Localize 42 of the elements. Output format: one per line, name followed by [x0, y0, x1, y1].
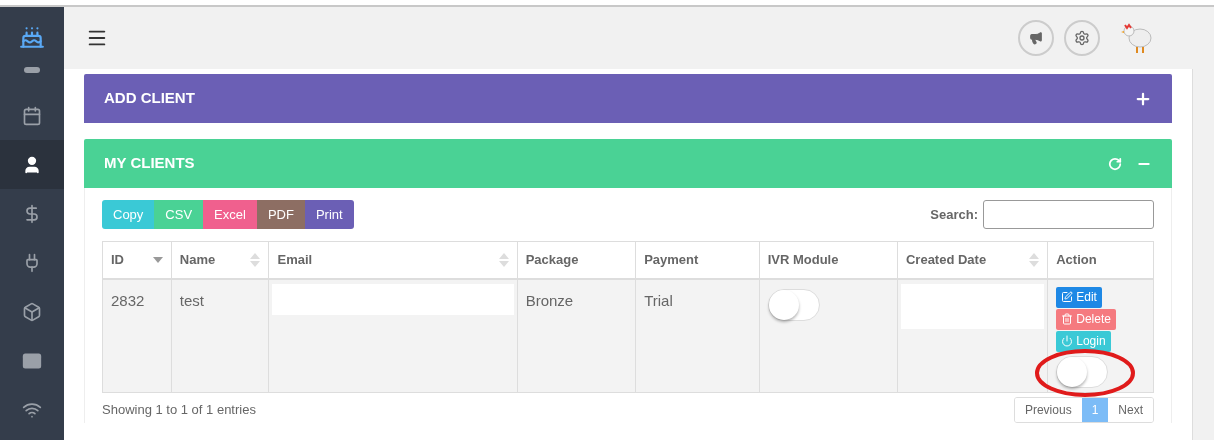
calendar-icon [22, 105, 42, 126]
search-label: Search: [930, 205, 978, 224]
sort-icon [498, 252, 509, 267]
megaphone-button[interactable] [1018, 20, 1054, 56]
export-button[interactable]: Excel [203, 200, 257, 229]
sort-icon [1029, 252, 1040, 267]
export-button[interactable]: Print [304, 200, 354, 229]
login-icon [1061, 335, 1074, 347]
table-cell: Bronze [517, 278, 636, 392]
sidebar-item[interactable] [0, 140, 64, 189]
column-header[interactable]: IVR Module [759, 241, 898, 279]
dash-icon [24, 67, 40, 73]
megaphone-icon [1029, 31, 1043, 45]
column-header[interactable]: Created Date [897, 241, 1048, 279]
export-button[interactable]: PDF [256, 200, 305, 229]
box-icon [22, 301, 42, 322]
search-field[interactable] [983, 200, 1154, 229]
delete-icon [1061, 313, 1074, 325]
column-header[interactable]: Package [517, 241, 636, 279]
panel-title: ADD CLIENT [104, 88, 195, 109]
panel-title: MY CLIENTS [104, 153, 195, 174]
table-cell: Trial [635, 278, 760, 392]
entries-info: Showing 1 to 1 of 1 entries [102, 400, 256, 419]
table-cell: 2832 [102, 278, 172, 392]
toggle-switch[interactable] [767, 288, 820, 321]
edit-icon [1061, 291, 1074, 303]
column-header[interactable]: Email [268, 241, 518, 279]
cake-logo-icon [19, 24, 45, 50]
settings-icon [1074, 30, 1090, 46]
settings-button[interactable] [1064, 20, 1100, 56]
column-header[interactable]: Action [1047, 241, 1154, 279]
table-cell: test [171, 278, 269, 392]
toggle-switch[interactable] [1056, 355, 1109, 388]
panel-header[interactable]: ADD CLIENT [84, 74, 1172, 123]
action-button[interactable]: Edit [1056, 286, 1102, 308]
column-header[interactable]: Name [171, 241, 269, 279]
column-header[interactable]: ID [102, 241, 172, 279]
chicken-avatar-icon[interactable] [1120, 21, 1154, 55]
user-icon [22, 154, 42, 175]
sort-icon [250, 252, 261, 267]
sort-icon [152, 256, 163, 263]
column-header[interactable]: Payment [635, 241, 760, 279]
